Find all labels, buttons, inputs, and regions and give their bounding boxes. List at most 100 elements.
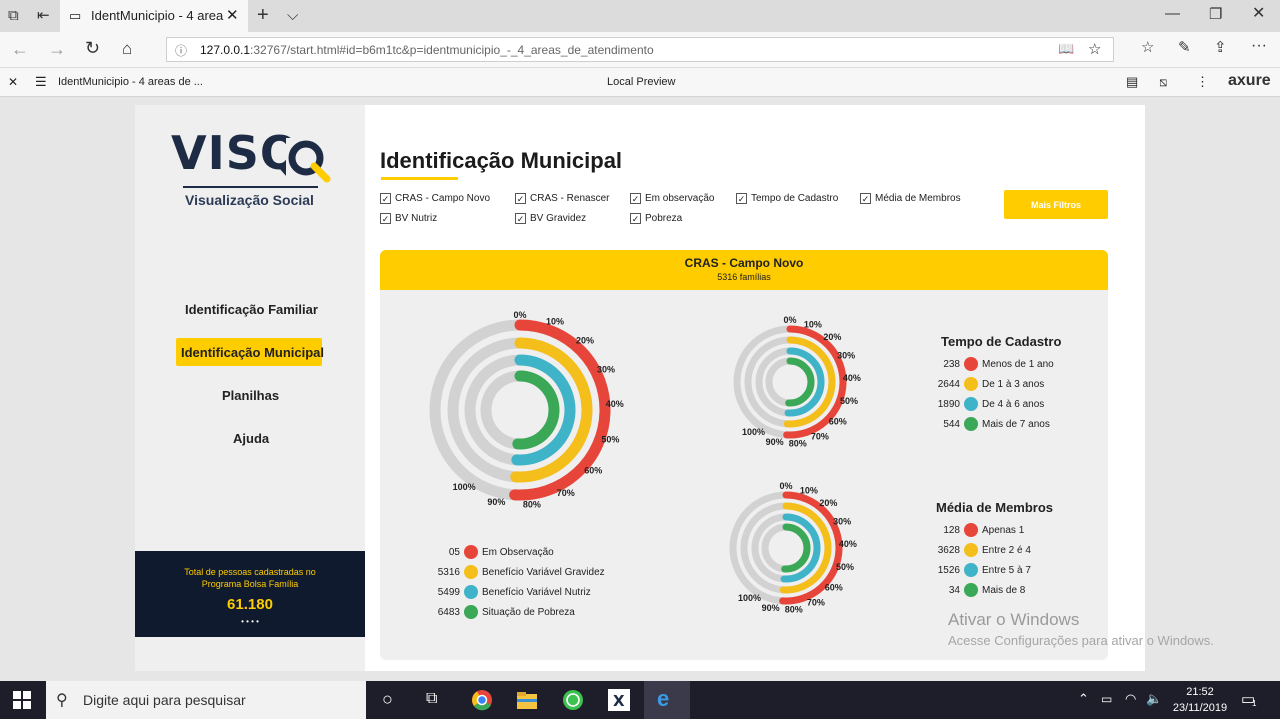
legend-color-dot xyxy=(964,583,978,597)
tick-label: 60% xyxy=(584,466,602,476)
legend-label: Situação de Pobreza xyxy=(482,606,575,618)
legend-count: 6483 xyxy=(437,606,460,618)
clock[interactable]: 21:52 23/11/2019 xyxy=(1170,684,1230,716)
checkbox-checked-icon[interactable]: ✓ xyxy=(515,213,526,224)
tick-label: 50% xyxy=(840,396,858,406)
filter-label: Tempo de Cadastro xyxy=(751,193,839,204)
maximize-icon[interactable]: ❐ xyxy=(1209,7,1222,22)
tick-label: 50% xyxy=(836,562,854,572)
filter-em-observacao[interactable]: ✓ Em observação xyxy=(630,193,714,204)
tick-label: 60% xyxy=(825,583,843,593)
minimize-icon[interactable]: — xyxy=(1165,6,1180,21)
tick-label: 0% xyxy=(513,310,526,320)
wifi-icon[interactable]: ◠ xyxy=(1125,691,1136,707)
svg-text:X: X xyxy=(613,692,625,710)
nav-identificacao-familiar[interactable]: Identificação Familiar xyxy=(185,302,318,317)
ring-arc xyxy=(781,523,811,573)
filter-bv-gravidez[interactable]: ✓ BV Gravidez xyxy=(515,213,586,224)
task-view-icon[interactable]: ⧉ xyxy=(426,690,437,708)
browser-tab[interactable]: ▭ IdentMunicipio - 4 area ✕ xyxy=(60,0,248,32)
filter-label: CRAS - Campo Novo xyxy=(395,193,491,204)
checkbox-checked-icon[interactable]: ✓ xyxy=(860,193,871,204)
search-placeholder: Digite aqui para pesquisar xyxy=(83,692,246,708)
close-tab-icon[interactable]: ✕ xyxy=(226,6,239,24)
file-explorer-icon[interactable] xyxy=(516,690,538,710)
checkbox-checked-icon[interactable]: ✓ xyxy=(630,193,641,204)
total-card: Total de pessoas cadastradas no Programa… xyxy=(135,551,365,637)
pen-icon[interactable]: ✎ xyxy=(1178,40,1191,55)
filter-cras-renascer[interactable]: ✓ CRAS - Renascer xyxy=(515,193,609,204)
filter-bv-nutriz[interactable]: ✓ BV Nutriz xyxy=(380,213,437,224)
whatsapp-icon[interactable] xyxy=(562,689,584,711)
cortana-icon[interactable]: ○ xyxy=(382,689,393,710)
legend-item: 05 Em Observação xyxy=(400,545,554,559)
excel-axure-icon[interactable]: X xyxy=(608,689,630,711)
tick-label: 20% xyxy=(576,336,594,346)
tick-label: 100% xyxy=(738,593,761,603)
battery-icon[interactable]: ▭ xyxy=(1101,692,1112,706)
edge-taskbar-button[interactable]: e xyxy=(644,681,690,719)
clock-date: 23/11/2019 xyxy=(1172,702,1228,714)
new-tab-icon[interactable]: + xyxy=(257,5,269,25)
home-icon[interactable]: ⌂ xyxy=(122,40,132,57)
chrome-icon[interactable] xyxy=(471,689,493,711)
share-icon[interactable]: ⇪ xyxy=(1214,40,1227,55)
inspect-icon[interactable]: ⧅ xyxy=(1159,74,1167,90)
filter-tempo-de-cadastro[interactable]: ✓ Tempo de Cadastro xyxy=(736,193,838,204)
set-aside-tabs-icon[interactable]: ⇤ xyxy=(37,8,50,23)
favorites-icon[interactable]: ☆ xyxy=(1141,40,1154,55)
tick-label: 10% xyxy=(546,317,564,327)
favorite-star-icon[interactable]: ☆ xyxy=(1088,40,1101,58)
notification-count: 1 xyxy=(1252,699,1257,708)
tick-label: 10% xyxy=(800,485,818,495)
nav-planilhas[interactable]: Planilhas xyxy=(222,388,279,403)
filter-label: BV Nutriz xyxy=(395,213,438,224)
filter-cras-campo-novo[interactable]: ✓ CRAS - Campo Novo xyxy=(380,193,490,204)
checkbox-checked-icon[interactable]: ✓ xyxy=(380,193,391,204)
checkbox-checked-icon[interactable]: ✓ xyxy=(380,213,391,224)
tick-label: 70% xyxy=(807,597,825,607)
address-bar[interactable]: ⓘ 127.0.0.1:32767/start.html#id=b6m1tc&p… xyxy=(166,37,1114,62)
tick-label: 90% xyxy=(762,603,780,613)
nav-ajuda[interactable]: Ajuda xyxy=(233,431,269,446)
legend-color-dot xyxy=(964,377,978,391)
notes-icon[interactable]: ▤ xyxy=(1126,74,1138,90)
tab-actions-icon[interactable]: ⧉ xyxy=(8,8,19,23)
filter-pobreza[interactable]: ✓ Pobreza xyxy=(630,213,682,224)
close-window-icon[interactable]: ✕ xyxy=(1252,6,1265,22)
more-filters-button[interactable]: Mais Filtros xyxy=(1004,190,1108,219)
reading-view-icon[interactable]: 📖 xyxy=(1058,41,1074,57)
page-icon: ▭ xyxy=(69,8,82,23)
legend-color-dot xyxy=(464,545,478,559)
url-text: 127.0.0.1:32767/start.html#id=b6m1tc&p=i… xyxy=(200,43,654,57)
nav-identificacao-municipal[interactable]: Identificação Municipal xyxy=(181,345,324,360)
panel-header: CRAS - Campo Novo 5316 famílias xyxy=(380,250,1108,290)
legend-count: 2644 xyxy=(937,378,960,390)
edge-icon: e xyxy=(657,686,670,711)
tab-list-chevron-icon[interactable]: ⌵ xyxy=(287,8,298,23)
menu-icon[interactable]: ☰ xyxy=(35,74,47,90)
filter-media-de-membros[interactable]: ✓ Média de Membros xyxy=(860,193,961,204)
forward-icon[interactable]: → xyxy=(48,40,66,58)
ring-arc xyxy=(512,370,560,450)
windows-start-icon[interactable] xyxy=(13,691,31,709)
legend-item: 3628 Entre 2 é 4 xyxy=(900,543,1031,557)
checkbox-checked-icon[interactable]: ✓ xyxy=(630,213,641,224)
legend-color-dot xyxy=(964,543,978,557)
close-sitemap-icon[interactable]: ✕ xyxy=(8,75,18,89)
checkbox-checked-icon[interactable]: ✓ xyxy=(515,193,526,204)
back-icon[interactable]: ← xyxy=(11,40,29,58)
legend-count: 5499 xyxy=(437,586,460,598)
legend-item: 5316 Benefício Variável Gravidez xyxy=(400,565,605,579)
options-icon[interactable]: ⋮ xyxy=(1196,74,1209,90)
carousel-dots[interactable]: • • • • xyxy=(135,617,365,626)
legend-label: Apenas 1 xyxy=(982,524,1025,536)
checkbox-checked-icon[interactable]: ✓ xyxy=(736,193,747,204)
refresh-icon[interactable]: ↻ xyxy=(85,39,100,57)
tray-chevron-icon[interactable]: ⌃ xyxy=(1078,691,1089,707)
taskbar-search[interactable]: ⚲ Digite aqui para pesquisar xyxy=(46,681,366,719)
url-host: 127.0.0.1 xyxy=(200,43,251,57)
legend-count: 05 xyxy=(448,546,460,558)
more-icon[interactable]: ··· xyxy=(1251,38,1267,54)
volume-icon[interactable]: 🔈 xyxy=(1146,691,1162,707)
